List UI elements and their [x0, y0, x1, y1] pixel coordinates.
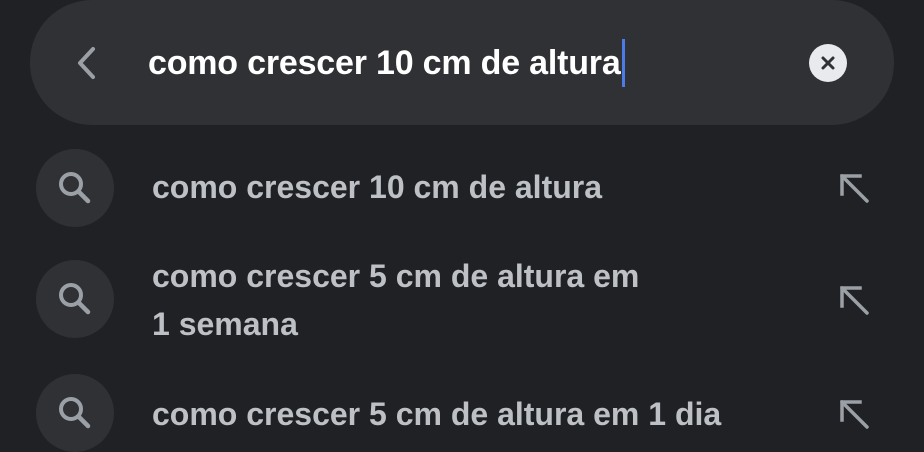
suggestion-text-line2: 1 semana [152, 306, 298, 342]
fill-query-button[interactable] [834, 168, 874, 208]
arrow-up-left-icon [840, 400, 869, 429]
search-icon [59, 172, 91, 204]
back-button[interactable] [62, 38, 112, 88]
search-input[interactable]: como crescer 10 cm de altura [148, 38, 625, 88]
arrow-up-left-icon [840, 174, 869, 203]
clear-x-icon [821, 56, 835, 70]
suggestion-icon-badge [36, 260, 114, 338]
suggestion-item[interactable]: como crescer 10 cm de altura [0, 148, 924, 228]
suggestion-text-line1: como crescer 5 cm de altura em [152, 258, 640, 294]
fill-query-button[interactable] [834, 280, 874, 320]
suggestion-text: como crescer 5 cm de altura em 1 semana [152, 252, 639, 348]
suggestion-icon-badge [36, 374, 114, 452]
text-caret [621, 39, 625, 87]
clear-button[interactable] [809, 44, 847, 82]
fill-query-button[interactable] [834, 394, 874, 434]
search-icon [59, 283, 91, 315]
suggestion-icon-badge [36, 149, 114, 227]
chevron-left-icon [78, 47, 95, 79]
suggestion-text: como crescer 10 cm de altura [152, 169, 603, 205]
suggestion-item[interactable]: como crescer 5 cm de altura em 1 semana [0, 252, 924, 352]
suggestion-text: como crescer 5 cm de altura em 1 dia [152, 396, 722, 432]
search-query-text: como crescer 10 cm de altura [148, 43, 621, 82]
suggestion-item[interactable]: como crescer 5 cm de altura em 1 dia [0, 374, 924, 452]
search-icon [59, 397, 91, 429]
arrow-up-left-icon [840, 286, 869, 315]
